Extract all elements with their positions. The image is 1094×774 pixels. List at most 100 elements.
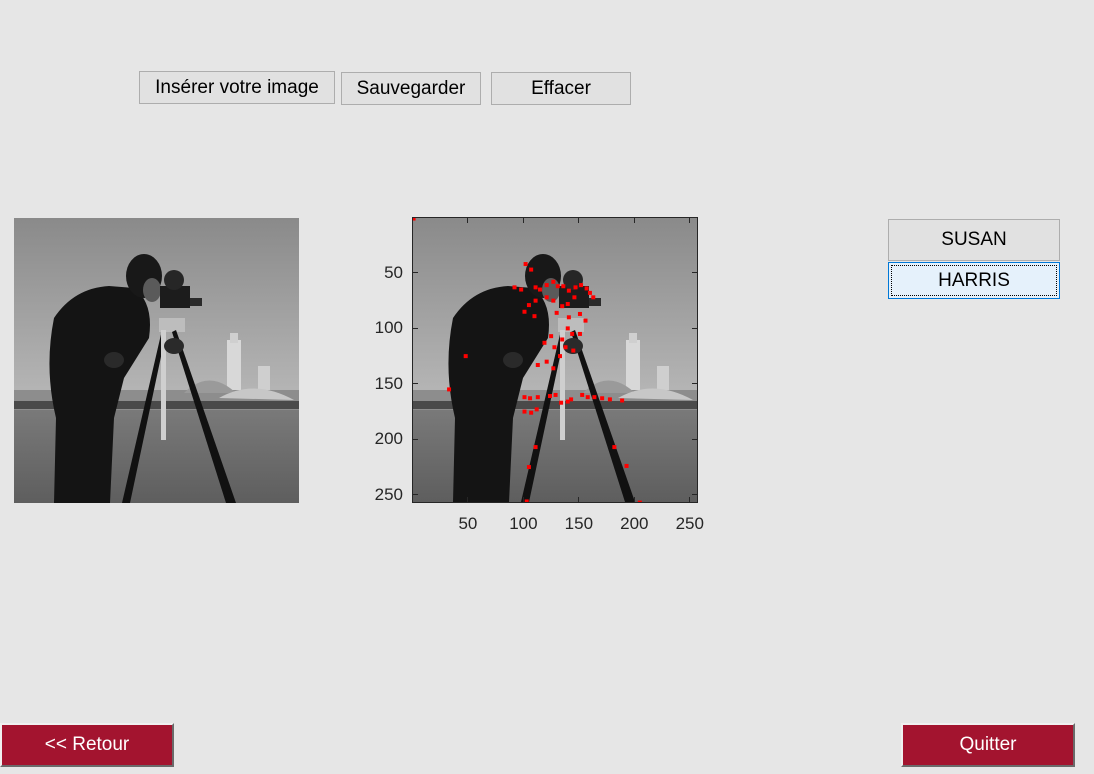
corner-point <box>560 337 565 342</box>
y-tick-mark <box>413 327 418 329</box>
result-axes <box>412 217 698 503</box>
corner-point <box>548 394 553 399</box>
x-tick-label: 100 <box>509 514 538 533</box>
corner-point <box>533 298 538 303</box>
corner-point <box>612 445 617 450</box>
save-button[interactable]: Sauvegarder <box>341 72 481 105</box>
corner-point <box>519 287 524 292</box>
corner-point <box>534 407 539 412</box>
result-photo <box>413 218 697 502</box>
corner-point <box>538 287 543 292</box>
corner-point <box>607 397 612 402</box>
corner-point <box>566 315 571 320</box>
corner-point <box>551 279 556 284</box>
corner-point <box>566 288 571 293</box>
corner-point <box>529 267 534 272</box>
y-tick-mark-right <box>692 272 697 274</box>
corner-point <box>554 310 559 315</box>
y-tick-label: 100 <box>374 318 403 338</box>
corner-point <box>585 395 590 400</box>
corner-point <box>569 397 574 402</box>
corner-point <box>573 285 578 290</box>
corner-point <box>561 284 566 289</box>
harris-button[interactable]: HARRIS <box>888 262 1060 299</box>
x-tick-label: 150 <box>564 514 594 533</box>
corner-point <box>512 285 517 290</box>
x-tick-mark-top <box>467 218 469 223</box>
y-tick-mark-right <box>692 383 697 385</box>
corner-point <box>584 286 589 291</box>
corner-point <box>577 311 582 316</box>
corner-point <box>523 262 528 267</box>
x-tick-mark <box>689 497 691 502</box>
y-tick-mark-right <box>692 494 697 496</box>
x-tick-mark-top <box>689 218 691 223</box>
x-tick-mark <box>633 497 635 502</box>
corner-point <box>551 298 556 303</box>
corner-point <box>522 409 527 414</box>
corner-point <box>580 392 585 397</box>
y-tick-mark-right <box>692 327 697 329</box>
corner-point <box>553 392 558 397</box>
cameraman-photo <box>14 218 299 503</box>
x-tick-mark-top <box>633 218 635 223</box>
corner-point <box>560 304 565 309</box>
corner-point <box>535 362 540 367</box>
y-tick-mark <box>413 383 418 385</box>
clear-button[interactable]: Effacer <box>491 72 631 105</box>
y-tick-label: 50 <box>384 262 403 282</box>
corner-point <box>528 396 533 401</box>
corner-point <box>549 334 554 339</box>
corner-point <box>592 395 597 400</box>
corner-point <box>565 326 570 331</box>
corner-point <box>591 295 596 300</box>
quit-button[interactable]: Quitter <box>901 723 1075 767</box>
y-tick-label: 150 <box>374 373 403 393</box>
corner-point <box>544 359 549 364</box>
corner-point <box>522 309 527 314</box>
corner-point <box>526 303 531 308</box>
corner-point <box>637 500 642 502</box>
corner-point <box>563 345 568 350</box>
x-tick-mark <box>578 497 580 502</box>
corner-point <box>572 295 577 300</box>
y-tick-mark <box>413 494 418 496</box>
corner-point <box>551 366 556 371</box>
y-tick-label: 200 <box>374 429 403 449</box>
corner-point <box>587 290 592 295</box>
y-tick-mark-right <box>692 438 697 440</box>
y-tick-mark <box>413 438 418 440</box>
x-tick-label: 200 <box>620 514 649 533</box>
corner-point <box>620 398 625 403</box>
x-tick-mark-top <box>578 218 580 223</box>
corner-point <box>463 354 468 359</box>
corner-point <box>600 396 605 401</box>
y-tick-label: 250 <box>374 484 403 504</box>
corner-point <box>544 295 549 300</box>
corner-point <box>552 345 557 350</box>
x-tick-label: 50 <box>458 514 478 533</box>
corner-point <box>559 400 564 405</box>
corner-point <box>565 301 570 306</box>
insert-image-button[interactable]: Insérer votre image <box>139 71 335 104</box>
corner-point <box>533 445 538 450</box>
corner-point <box>529 410 534 415</box>
corner-point <box>533 285 538 290</box>
corner-point <box>544 283 549 288</box>
x-tick-mark <box>522 497 524 502</box>
corner-point <box>542 340 547 345</box>
x-tick-mark <box>467 497 469 502</box>
corner-point <box>570 331 575 336</box>
corner-point <box>524 499 529 502</box>
susan-button[interactable]: SUSAN <box>888 219 1060 261</box>
corner-point <box>583 318 588 323</box>
x-tick-label: 250 <box>675 514 704 533</box>
corner-point <box>447 387 452 392</box>
back-button[interactable]: << Retour <box>0 723 174 767</box>
corner-point <box>571 348 576 353</box>
corner-point <box>535 395 540 400</box>
corner-point <box>557 354 562 359</box>
corner-point <box>555 284 560 289</box>
corner-point <box>577 331 582 336</box>
corner-point <box>624 463 629 468</box>
